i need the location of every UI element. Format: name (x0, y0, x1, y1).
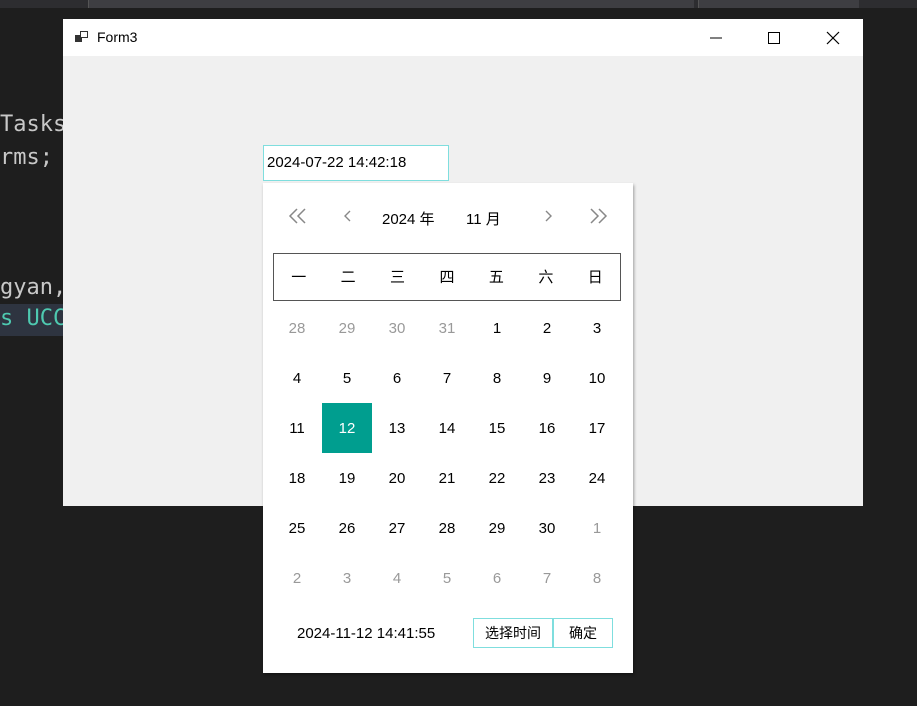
window-title: Form3 (97, 29, 138, 45)
minimize-button[interactable] (687, 19, 745, 56)
day-cell[interactable]: 14 (422, 403, 472, 453)
weekday-header: 一 二 三 四 五 六 日 (273, 253, 621, 301)
day-cell[interactable]: 3 (572, 303, 622, 353)
code-line: gyan, (0, 275, 67, 300)
year-label[interactable]: 2024 年 (382, 208, 435, 229)
day-cell[interactable]: 7 (422, 353, 472, 403)
day-cell[interactable]: 28 (422, 503, 472, 553)
day-cell[interactable]: 13 (372, 403, 422, 453)
day-cell[interactable]: 8 (572, 553, 622, 603)
day-cell[interactable]: 21 (422, 453, 472, 503)
chevron-left-icon (344, 210, 351, 222)
next-month-button[interactable] (537, 201, 559, 231)
weekday-label: 五 (488, 269, 504, 286)
day-cell[interactable]: 30 (372, 303, 422, 353)
code-line: s UCC (0, 306, 67, 331)
day-cell[interactable]: 28 (272, 303, 322, 353)
code-line: Tasks (0, 112, 67, 137)
day-cell[interactable]: 5 (322, 353, 372, 403)
day-cell[interactable]: 18 (272, 453, 322, 503)
day-cell[interactable]: 29 (322, 303, 372, 353)
weekday-label: 一 (291, 269, 307, 286)
day-cell[interactable]: 5 (422, 553, 472, 603)
day-cell[interactable]: 26 (322, 503, 372, 553)
day-grid: 28 29 30 31 1 2 3 4 5 6 7 8 9 10 11 12 13 14 15 16 17 18 19 20 2… (272, 303, 622, 603)
weekday-label: 二 (340, 269, 356, 286)
day-cell[interactable]: 4 (272, 353, 322, 403)
day-cell[interactable]: 17 (572, 403, 622, 453)
day-cell[interactable]: 8 (472, 353, 522, 403)
day-cell[interactable]: 29 (472, 503, 522, 553)
selected-datetime-display: 2024-11-12 14:41:55 (297, 625, 436, 642)
prev-month-button[interactable] (337, 201, 359, 231)
weekday-label: 三 (390, 269, 406, 286)
double-chevron-left-icon (288, 208, 306, 224)
date-time-input[interactable]: 2024-07-22 14:42:18 (263, 145, 449, 181)
form-app-icon (75, 31, 88, 42)
select-time-button[interactable]: 选择时间 (473, 618, 553, 648)
prev-year-button[interactable] (283, 201, 313, 231)
day-cell[interactable]: 7 (522, 553, 572, 603)
calendar-popup: 2024 年 11 月 一 二 三 四 五 六 日 28 29 30 31 1 2 3 4 5 6… (263, 183, 633, 673)
day-cell[interactable]: 9 (522, 353, 572, 403)
day-cell[interactable]: 11 (272, 403, 322, 453)
day-cell[interactable]: 1 (472, 303, 522, 353)
day-cell[interactable]: 16 (522, 403, 572, 453)
day-cell[interactable]: 4 (372, 553, 422, 603)
day-cell[interactable]: 1 (572, 503, 622, 553)
day-cell[interactable]: 2 (522, 303, 572, 353)
day-cell-selected[interactable]: 12 (322, 403, 372, 453)
day-cell[interactable]: 25 (272, 503, 322, 553)
day-cell[interactable]: 23 (522, 453, 572, 503)
maximize-icon (768, 31, 780, 44)
day-cell[interactable]: 22 (472, 453, 522, 503)
minimize-icon (710, 37, 722, 38)
day-cell[interactable]: 15 (472, 403, 522, 453)
day-cell[interactable]: 10 (572, 353, 622, 403)
ide-tab[interactable] (88, 0, 694, 8)
close-button[interactable] (804, 19, 862, 56)
chevron-right-icon (545, 210, 552, 222)
weekday-label: 日 (587, 269, 603, 286)
day-cell[interactable]: 2 (272, 553, 322, 603)
day-cell[interactable]: 6 (372, 353, 422, 403)
double-chevron-right-icon (590, 208, 608, 224)
ide-tab[interactable] (698, 0, 859, 8)
maximize-button[interactable] (745, 19, 803, 56)
code-line: rms; (0, 145, 53, 170)
day-cell[interactable]: 27 (372, 503, 422, 553)
day-cell[interactable]: 31 (422, 303, 472, 353)
month-label[interactable]: 11 月 (466, 208, 501, 229)
day-cell[interactable]: 6 (472, 553, 522, 603)
title-bar[interactable]: Form3 (63, 19, 863, 56)
day-cell[interactable]: 19 (322, 453, 372, 503)
weekday-label: 六 (538, 269, 554, 286)
day-cell[interactable]: 20 (372, 453, 422, 503)
weekday-label: 四 (439, 269, 455, 286)
confirm-button[interactable]: 确定 (553, 618, 613, 648)
close-icon (826, 31, 840, 44)
day-cell[interactable]: 24 (572, 453, 622, 503)
next-year-button[interactable] (583, 201, 613, 231)
day-cell[interactable]: 30 (522, 503, 572, 553)
day-cell[interactable]: 3 (322, 553, 372, 603)
